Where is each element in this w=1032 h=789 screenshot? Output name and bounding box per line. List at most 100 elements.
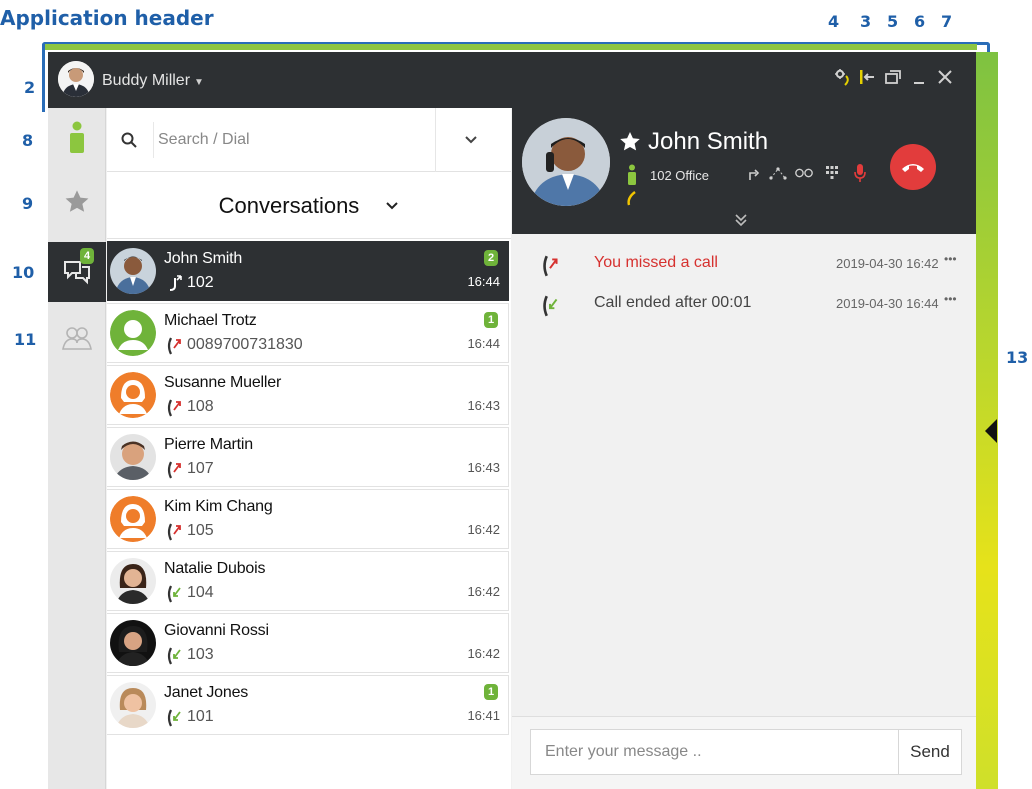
annotation-13: 13 — [1006, 348, 1029, 367]
contact-number: 0089700731830 — [187, 336, 303, 353]
annotation-2: 2 — [24, 78, 36, 97]
search-input[interactable] — [153, 122, 433, 158]
user-name-menu[interactable]: Buddy Miller ▼ — [102, 72, 204, 90]
presence-icon — [628, 164, 636, 185]
more-options-icon[interactable]: ••• — [944, 252, 957, 266]
missed-call-icon — [167, 399, 181, 417]
avatar — [110, 496, 156, 542]
annotation-6: 6 — [914, 12, 926, 31]
conference-icon[interactable] — [768, 162, 788, 184]
swap-call-icon[interactable] — [794, 162, 814, 184]
expand-chevron-icon[interactable] — [732, 212, 750, 228]
annotation-7: 7 — [941, 12, 953, 31]
unread-badge: 1 — [484, 684, 498, 700]
missed-call-icon — [167, 523, 181, 541]
nav-conversations[interactable]: 4 — [48, 242, 106, 302]
list-item-michael-trotz[interactable]: Michael Trotz 0089700731830 16:44 1 — [107, 303, 509, 363]
hangup-button[interactable] — [890, 144, 936, 190]
list-item-pierre-martin[interactable]: Pierre Martin 107 16:43 — [107, 427, 509, 487]
nav-status[interactable] — [48, 108, 106, 168]
contact-number: 107 — [187, 460, 214, 477]
avatar — [110, 682, 156, 728]
group-icon — [62, 327, 92, 350]
avatar — [110, 372, 156, 418]
annotation-title: Application header — [0, 6, 214, 30]
nav-groups[interactable] — [48, 308, 106, 368]
timeline-text: Call ended after 00:01 — [594, 294, 752, 311]
contact-name: Michael Trotz — [164, 312, 257, 329]
avatar — [110, 620, 156, 666]
minimize-icon[interactable] — [908, 66, 930, 88]
popout-icon[interactable] — [882, 66, 904, 88]
conversation-detail-pane: John Smith 102 Office You missed a call … — [512, 108, 976, 789]
close-icon[interactable] — [934, 66, 956, 88]
keypad-icon[interactable] — [822, 162, 842, 184]
avatar — [110, 434, 156, 480]
timestamp: 16:42 — [467, 646, 500, 661]
contact-name: Janet Jones — [164, 684, 249, 701]
timeline-timestamp: 2019-04-30 16:42 — [836, 256, 939, 271]
contact-number: 105 — [187, 522, 214, 539]
avatar — [110, 558, 156, 604]
timeline-text: You missed a call — [594, 254, 718, 271]
chevron-down-icon[interactable] — [459, 130, 483, 150]
avatar — [110, 248, 156, 294]
unread-badge: 2 — [484, 250, 498, 266]
list-item-susanne-mueller[interactable]: Susanne Mueller 108 16:43 — [107, 365, 509, 425]
collapse-arrow-icon[interactable] — [985, 419, 997, 443]
user-name: Buddy Miller — [102, 72, 191, 89]
list-item-natalie-dubois[interactable]: Natalie Dubois 104 16:42 — [107, 551, 509, 611]
user-avatar[interactable] — [58, 61, 94, 97]
star-icon — [65, 190, 89, 212]
contact-extension: 102 Office — [650, 168, 710, 183]
conversations-title: Conversations — [218, 192, 360, 218]
contact-name: Kim Kim Chang — [164, 498, 273, 515]
contact-avatar — [522, 118, 610, 206]
list-item-kim-kim-chang[interactable]: Kim Kim Chang 105 16:42 — [107, 489, 509, 549]
application-header: Buddy Miller ▼ — [48, 52, 976, 108]
app-window: Buddy Miller ▼ 4 Search / Dial Conversat… — [48, 52, 976, 789]
annotation-5: 5 — [887, 12, 899, 31]
transfer-icon[interactable] — [744, 162, 764, 184]
list-item-giovanni-rossi[interactable]: Giovanni Rossi 103 16:42 — [107, 613, 509, 673]
conversation-list-pane: Conversations John Smith 102 16:44 2 Mic — [107, 108, 511, 789]
message-input[interactable] — [530, 729, 898, 775]
favorite-star-icon[interactable] — [618, 130, 642, 154]
caret-down-icon: ▼ — [194, 77, 204, 88]
contact-number: 103 — [187, 646, 214, 663]
list-item-john-smith[interactable]: John Smith 102 16:44 2 — [107, 241, 509, 301]
search-divider — [435, 108, 436, 172]
list-item-janet-jones[interactable]: Janet Jones 101 16:41 1 — [107, 675, 509, 735]
send-button[interactable]: Send — [898, 729, 962, 775]
settings-icon[interactable] — [832, 66, 854, 88]
answered-call-icon — [167, 585, 181, 603]
conversations-badge: 4 — [80, 248, 94, 264]
contact-name: Giovanni Rossi — [164, 622, 269, 639]
more-options-icon[interactable]: ••• — [944, 292, 957, 306]
message-composer: Send — [512, 716, 976, 789]
annotation-4: 4 — [828, 12, 840, 31]
timestamp: 16:41 — [467, 708, 500, 723]
timestamp: 16:42 — [467, 584, 500, 599]
missed-call-icon — [543, 255, 558, 277]
phone-status-icon — [627, 191, 636, 206]
active-call-icon — [169, 275, 182, 291]
timestamp: 16:43 — [467, 460, 500, 475]
search-icon — [121, 132, 137, 148]
chevron-down-icon — [386, 201, 399, 209]
contact-number: 104 — [187, 584, 214, 601]
annotation-3: 3 — [860, 12, 872, 31]
search-bar — [107, 108, 511, 172]
annotation-11: 11 — [14, 330, 37, 349]
microphone-icon[interactable] — [850, 162, 870, 184]
conversations-filter[interactable]: Conversations — [107, 173, 511, 239]
left-navigation: 4 — [48, 108, 106, 789]
contact-name: John Smith — [164, 250, 243, 267]
contact-name: John Smith — [648, 128, 769, 155]
nav-favorites[interactable] — [48, 172, 106, 232]
timestamp: 16:44 — [467, 274, 500, 289]
timestamp: 16:42 — [467, 522, 500, 537]
dock-icon[interactable] — [856, 66, 878, 88]
missed-call-icon — [167, 337, 181, 355]
contact-name: Susanne Mueller — [164, 374, 282, 391]
